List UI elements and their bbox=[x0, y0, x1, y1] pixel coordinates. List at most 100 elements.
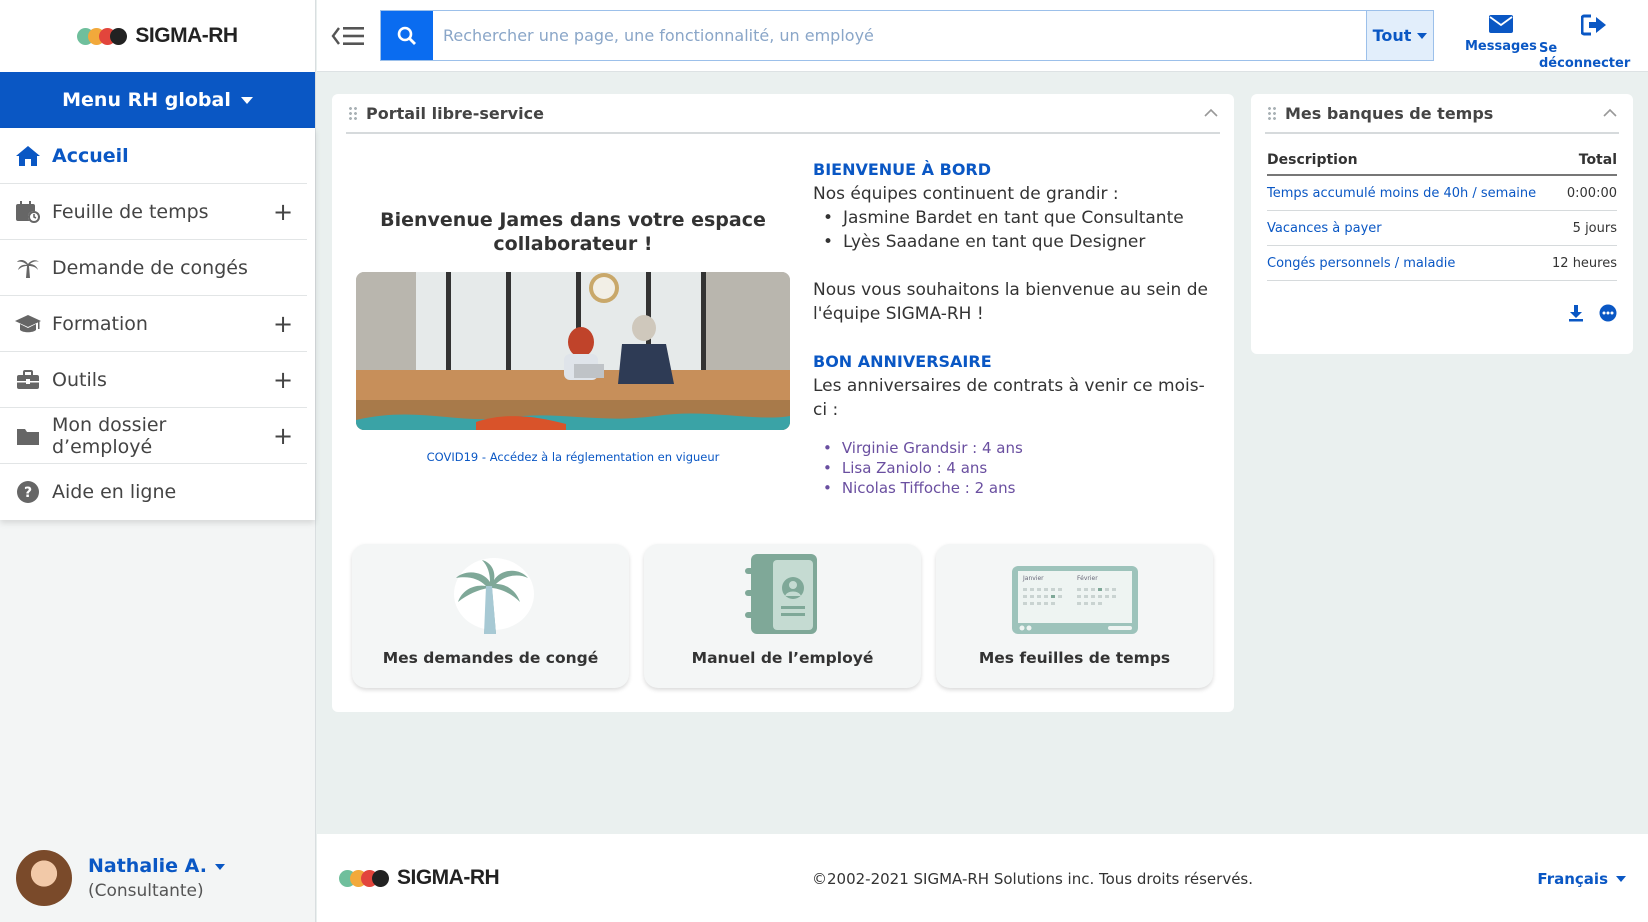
onboarding-heading: BIENVENUE À BORD bbox=[813, 160, 992, 179]
time-banks-table: Description Total Temps accumulé moins d… bbox=[1267, 146, 1617, 281]
tile-timesheets[interactable]: Janvier Février Mes feuilles de temps bbox=[936, 544, 1213, 688]
expand-plus-icon[interactable]: + bbox=[271, 366, 295, 394]
logout-label: Se déconnecter bbox=[1539, 41, 1631, 71]
time-banks-actions bbox=[1567, 304, 1617, 322]
palm-tree-icon bbox=[14, 254, 42, 282]
chevron-up-icon[interactable] bbox=[1601, 104, 1619, 122]
calendar-clock-icon bbox=[14, 198, 42, 226]
user-menu-dropdown[interactable]: Nathalie A. bbox=[88, 855, 225, 877]
drag-handle-icon[interactable] bbox=[348, 106, 358, 120]
onboarding-outro: Nous vous souhaitons la bienvenue au sei… bbox=[813, 280, 1208, 324]
messages-button[interactable]: Messages bbox=[1465, 14, 1537, 54]
messages-label: Messages bbox=[1465, 39, 1537, 54]
topbar: Tout Messages Se déconnecter bbox=[317, 0, 1648, 72]
tile-employee-handbook[interactable]: Manuel de l’employé bbox=[644, 544, 921, 688]
search-bar: Tout bbox=[380, 10, 1434, 61]
sidebar-item-feuille-de-temps[interactable]: Feuille de temps + bbox=[0, 184, 307, 240]
sidebar-nav: Accueil Feuille de temps + Demande de co… bbox=[0, 128, 315, 520]
home-icon bbox=[14, 142, 42, 170]
welcome-message: Bienvenue James dans votre espace collab… bbox=[380, 209, 766, 255]
user-name: Nathalie A. bbox=[88, 855, 207, 877]
caret-down-icon bbox=[214, 863, 225, 870]
logo-dots-icon bbox=[77, 27, 128, 45]
sidebar-item-accueil[interactable]: Accueil bbox=[0, 128, 307, 184]
time-bank-link[interactable]: Vacances à payer bbox=[1267, 221, 1382, 236]
sidebar-item-demande-de-conges[interactable]: Demande de congés bbox=[0, 240, 307, 296]
portal-card-title: Portail libre-service bbox=[366, 103, 544, 123]
covid-link[interactable]: COVID19 - Accédez à la réglementation en… bbox=[356, 450, 790, 464]
palm-tree-icon bbox=[446, 544, 536, 636]
sidebar-item-formation[interactable]: Formation + bbox=[0, 296, 307, 352]
time-bank-link[interactable]: Temps accumulé moins de 40h / semaine bbox=[1267, 186, 1536, 201]
news-panel: BIENVENUE À BORD Nos équipes continuent … bbox=[813, 158, 1213, 498]
language-label: Français bbox=[1537, 870, 1608, 888]
chevron-up-icon[interactable] bbox=[1202, 104, 1220, 122]
search-scope-dropdown[interactable]: Tout bbox=[1366, 11, 1433, 60]
time-banks-card: Mes banques de temps Description Total T… bbox=[1251, 94, 1633, 354]
more-options-icon[interactable] bbox=[1599, 304, 1617, 322]
time-banks-card-title: Mes banques de temps bbox=[1285, 103, 1494, 123]
sidebar-item-label: Demande de congés bbox=[52, 256, 248, 279]
anniversary-list: Virginie Grandsir : 4 ans Lisa Zaniolo :… bbox=[823, 438, 1213, 498]
brand-logo[interactable]: SIGMA-RH bbox=[77, 24, 238, 48]
shortcut-tiles: Mes demandes de congé Manuel de l’employ… bbox=[352, 544, 1213, 688]
graduation-cap-icon bbox=[14, 310, 42, 338]
column-header-total: Total bbox=[1578, 152, 1617, 168]
tile-label: Mes demandes de congé bbox=[382, 649, 599, 667]
list-item: Jasmine Bardet en tant que Consultante bbox=[823, 206, 1213, 230]
global-menu-dropdown[interactable]: Menu RH global bbox=[0, 72, 315, 128]
month-label: Janvier bbox=[1022, 575, 1044, 582]
expand-plus-icon[interactable]: + bbox=[271, 198, 295, 226]
toolbox-icon bbox=[14, 366, 42, 394]
logout-button[interactable]: Se déconnecter bbox=[1539, 14, 1648, 71]
time-bank-total: 5 jours bbox=[1572, 220, 1617, 236]
tile-label: Mes feuilles de temps bbox=[978, 649, 1171, 667]
logo-wordmark: SIGMA-RH bbox=[397, 866, 500, 889]
envelope-icon bbox=[1488, 15, 1513, 33]
table-row: Temps accumulé moins de 40h / semaine 0:… bbox=[1267, 176, 1617, 211]
avatar[interactable] bbox=[16, 850, 72, 906]
sidebar-item-aide-en-ligne[interactable]: ? Aide en ligne bbox=[0, 464, 307, 520]
tile-label: Manuel de l’employé bbox=[691, 649, 874, 667]
expand-plus-icon[interactable]: + bbox=[271, 422, 295, 450]
download-icon[interactable] bbox=[1567, 304, 1585, 322]
sidebar-item-mon-dossier[interactable]: Mon dossier d’employé + bbox=[0, 408, 307, 464]
search-scope-label: Tout bbox=[1372, 26, 1412, 45]
column-header-description: Description bbox=[1267, 152, 1358, 168]
tile-leave-requests[interactable]: Mes demandes de congé bbox=[352, 544, 629, 688]
search-input[interactable] bbox=[433, 11, 1366, 60]
portal-card: Portail libre-service Bienvenue James da… bbox=[332, 94, 1234, 712]
logo-wordmark: SIGMA-RH bbox=[135, 24, 238, 47]
address-book-icon bbox=[743, 544, 823, 636]
sidebar-item-outils[interactable]: Outils + bbox=[0, 352, 307, 408]
footer-logo: SIGMA-RH bbox=[339, 866, 500, 890]
drag-handle-icon[interactable] bbox=[1267, 106, 1277, 120]
birthday-intro: Les anniversaires de contrats à venir ce… bbox=[813, 376, 1205, 420]
sidebar-item-label: Mon dossier d’employé bbox=[52, 413, 167, 458]
caret-down-icon bbox=[1616, 876, 1626, 882]
sidebar: SIGMA-RH Menu RH global Accueil Feuille … bbox=[0, 0, 316, 922]
footer: SIGMA-RH ©2002-2021 SIGMA-RH Solutions i… bbox=[317, 834, 1648, 922]
onboarding-intro: Nos équipes continuent de grandir : bbox=[813, 184, 1119, 204]
collapse-menu-icon[interactable] bbox=[331, 22, 365, 50]
new-hires-list: Jasmine Bardet en tant que Consultante L… bbox=[823, 206, 1213, 254]
sidebar-item-label: Outils bbox=[52, 368, 107, 391]
list-item: Lisa Zaniolo : 4 ans bbox=[823, 458, 1213, 478]
svg-text:?: ? bbox=[24, 485, 32, 501]
office-photo bbox=[356, 272, 790, 430]
search-icon bbox=[397, 26, 416, 45]
time-bank-link[interactable]: Congés personnels / maladie bbox=[1267, 256, 1455, 271]
month-label: Février bbox=[1077, 575, 1098, 582]
logo-dots-icon bbox=[339, 869, 389, 887]
time-banks-card-header: Mes banques de temps bbox=[1265, 94, 1619, 134]
language-dropdown[interactable]: Français bbox=[1537, 870, 1626, 888]
caret-down-icon bbox=[240, 96, 253, 104]
portal-card-header: Portail libre-service bbox=[346, 94, 1220, 134]
caret-down-icon bbox=[1417, 32, 1428, 39]
copyright-text: ©2002-2021 SIGMA-RH Solutions inc. Tous … bbox=[812, 870, 1254, 888]
expand-plus-icon[interactable]: + bbox=[271, 310, 295, 338]
list-item: Lyès Saadane en tant que Designer bbox=[823, 230, 1213, 254]
search-button[interactable] bbox=[381, 11, 433, 60]
calendar-board-icon: Janvier Février bbox=[1010, 544, 1140, 636]
birthday-heading: BON ANNIVERSAIRE bbox=[813, 352, 992, 371]
